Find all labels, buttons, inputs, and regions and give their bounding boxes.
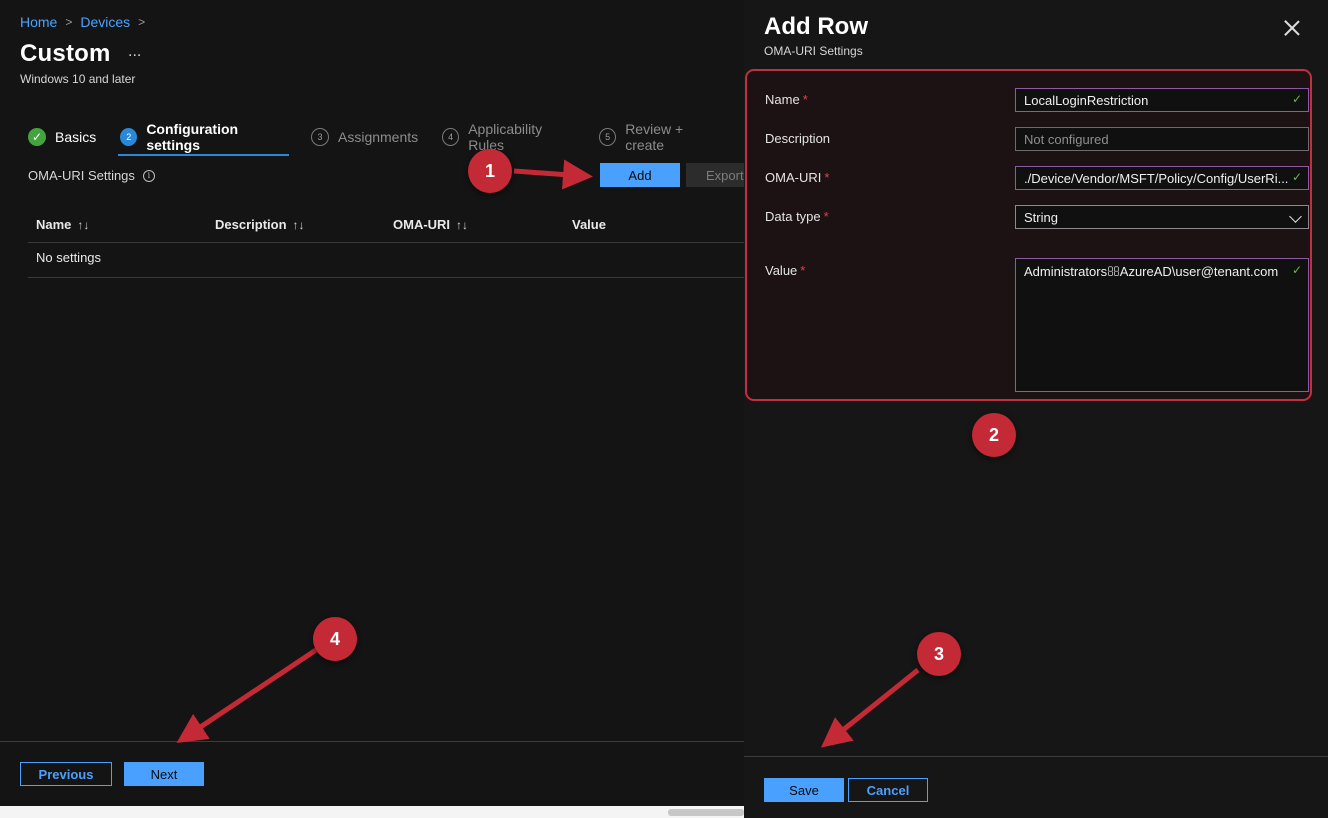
sort-icon[interactable]: ↑↓ [456, 218, 468, 232]
main-blade: Home > Devices > Custom ... Windows 10 a… [0, 0, 744, 818]
breadcrumb-home-link[interactable]: Home [20, 14, 57, 30]
highlighted-form: Name * LocalLoginRestriction ✓ Descriptio… [745, 69, 1312, 401]
field-label: Name [765, 92, 800, 107]
step-label: Review + create [625, 121, 684, 153]
annotation-badge-3: 3 [917, 632, 961, 676]
export-button[interactable]: Export [686, 163, 744, 187]
value-text: AdministratorsAzureAD\user@tenant.com [1024, 264, 1278, 279]
column-header-value: Value [572, 217, 606, 232]
name-label: Name * [765, 92, 808, 107]
step-number: 2 [120, 128, 138, 146]
step-configuration-settings[interactable]: 2 Configuration settings [118, 121, 289, 156]
step-assignments[interactable]: 3 Assignments [311, 124, 418, 150]
value-textarea[interactable]: AdministratorsAzureAD\user@tenant.com ✓ [1015, 258, 1309, 392]
description-placeholder: Not configured [1024, 132, 1109, 147]
annotation-badge-2: 2 [972, 413, 1016, 457]
step-number: 4 [442, 128, 460, 146]
annotation-badge-1: 1 [468, 149, 512, 193]
check-icon: ✓ [1291, 263, 1302, 277]
breadcrumb: Home > Devices > [20, 14, 145, 30]
cancel-button[interactable]: Cancel [848, 778, 928, 802]
step-label: Applicability Rules [468, 121, 543, 153]
next-button[interactable]: Next [124, 762, 204, 786]
required-marker: * [823, 209, 829, 224]
chevron-down-icon [1289, 210, 1302, 223]
description-label: Description [765, 131, 830, 146]
field-label: Value [765, 263, 798, 278]
breadcrumb-devices-link[interactable]: Devices [80, 14, 130, 30]
field-label: Data type [765, 209, 821, 224]
step-label: Configuration settings [146, 121, 239, 153]
name-value: LocalLoginRestriction [1024, 93, 1149, 108]
panel-title: Add Row [764, 13, 868, 40]
oma-uri-label: OMA-URI * [765, 170, 829, 185]
panel-footer: Save Cancel [744, 756, 1328, 818]
wizard-steps: ✓ Basics 2 Configuration settings 3 Assi… [28, 121, 744, 156]
column-header-description[interactable]: Description ↑↓ [215, 217, 305, 232]
table-header: Name ↑↓ Description ↑↓ OMA-URI ↑↓ Value [28, 208, 744, 243]
scrollbar-thumb[interactable] [668, 809, 744, 816]
add-button[interactable]: Add [600, 163, 680, 187]
check-icon: ✓ [28, 128, 46, 146]
check-icon: ✓ [1291, 170, 1302, 184]
data-type-label: Data type * [765, 209, 829, 224]
step-applicability-rules[interactable]: 4 Applicability Rules [442, 121, 575, 153]
breadcrumb-chevron-icon: > [138, 15, 146, 29]
required-marker: * [824, 170, 830, 185]
required-marker: * [800, 263, 806, 278]
page-subtitle: Windows 10 and later [20, 72, 136, 86]
save-button[interactable]: Save [764, 778, 844, 802]
data-type-dropdown[interactable]: String [1015, 205, 1309, 229]
step-basics[interactable]: ✓ Basics [28, 124, 96, 150]
page-title: Custom [20, 40, 111, 67]
step-label: Assignments [338, 129, 419, 145]
column-label: Name [36, 217, 72, 232]
column-label: Description [215, 217, 287, 232]
step-number: 5 [599, 128, 617, 146]
add-row-panel: Add Row OMA-URI Settings Name * LocalLogi… [744, 0, 1328, 818]
required-marker: * [802, 92, 808, 107]
section-title: OMA-URI Settings [28, 168, 135, 183]
panel-subtitle: OMA-URI Settings [764, 44, 863, 58]
data-type-value: String [1024, 210, 1058, 225]
field-label: OMA-URI [765, 170, 822, 185]
value-label: Value * [765, 263, 805, 278]
info-icon[interactable]: i [142, 169, 155, 182]
oma-uri-settings-label: OMA-URI Settings i [28, 168, 155, 183]
step-label: Basics [55, 129, 97, 145]
column-header-oma-uri[interactable]: OMA-URI ↑↓ [393, 217, 468, 232]
step-number: 3 [311, 128, 329, 146]
name-field[interactable]: LocalLoginRestriction ✓ [1015, 88, 1309, 112]
check-icon: ✓ [1291, 92, 1302, 106]
field-label: Description [765, 131, 831, 146]
more-options-icon[interactable]: ... [128, 43, 141, 61]
oma-uri-value: ./Device/Vendor/MSFT/Policy/Config/UserR… [1024, 171, 1289, 186]
step-review-create[interactable]: 5 Review + create [599, 121, 720, 153]
description-field[interactable]: Not configured [1015, 127, 1309, 151]
column-label: Value [572, 217, 606, 232]
column-label: OMA-URI [393, 217, 451, 232]
sort-icon[interactable]: ↑↓ [293, 218, 305, 232]
close-icon[interactable] [1284, 20, 1300, 36]
settings-table: Name ↑↓ Description ↑↓ OMA-URI ↑↓ Value … [28, 208, 744, 278]
table-empty-row: No settings [28, 243, 744, 278]
page: Home > Devices > Custom ... Windows 10 a… [0, 0, 1328, 818]
oma-uri-field[interactable]: ./Device/Vendor/MSFT/Policy/Config/UserR… [1015, 166, 1309, 190]
sort-icon[interactable]: ↑↓ [77, 218, 89, 232]
annotation-badge-4: 4 [313, 617, 357, 661]
breadcrumb-chevron-icon: > [65, 15, 73, 29]
column-header-name[interactable]: Name ↑↓ [36, 217, 89, 232]
horizontal-scrollbar[interactable] [0, 806, 744, 818]
previous-button[interactable]: Previous [20, 762, 112, 786]
